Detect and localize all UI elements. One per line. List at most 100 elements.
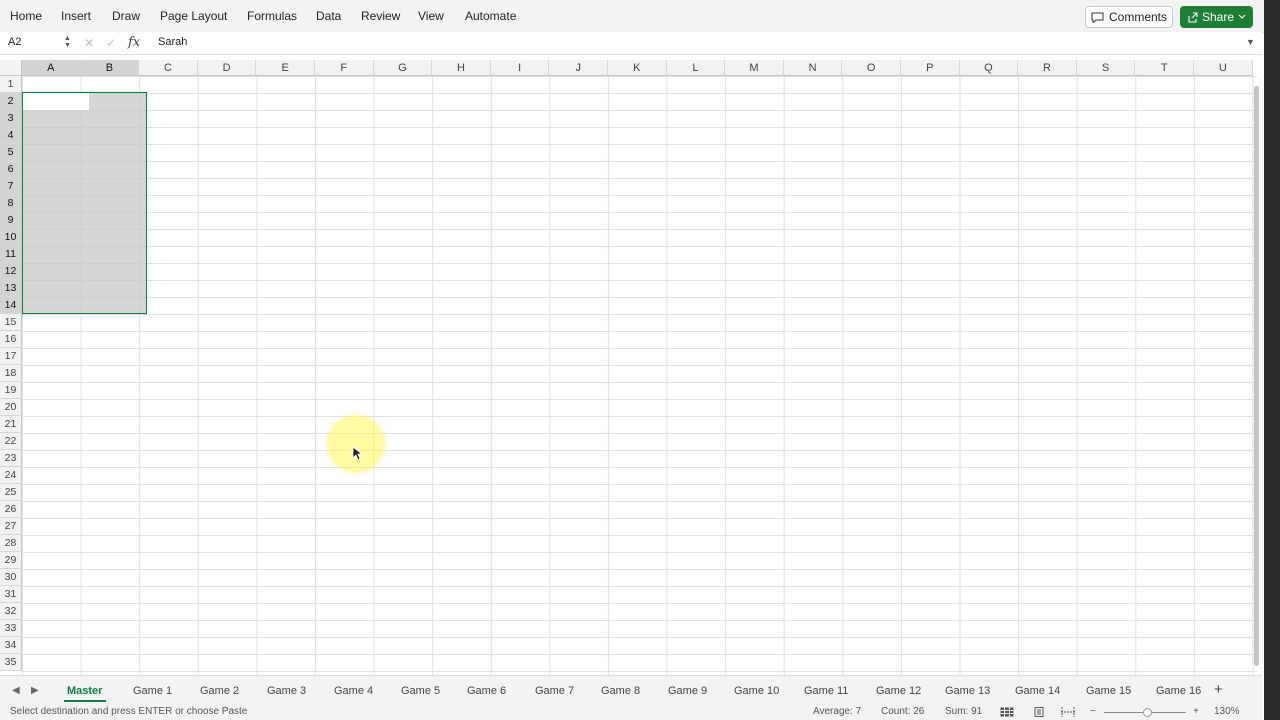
summary-value-cell[interactable] [960, 501, 1019, 518]
position-count-cell[interactable] [315, 365, 374, 382]
position-count-cell[interactable] [432, 433, 491, 450]
summary-value-cell[interactable] [784, 382, 843, 399]
position-count-cell[interactable] [374, 518, 433, 535]
summary-value-cell[interactable] [725, 501, 784, 518]
summary-header[interactable] [842, 348, 901, 365]
tracking-player-cell[interactable] [22, 433, 81, 450]
row-header-21[interactable]: 21 [0, 416, 22, 433]
summary-value-cell[interactable] [842, 467, 901, 484]
tracking-player-cell[interactable] [22, 382, 81, 399]
position-count-cell[interactable] [315, 569, 374, 586]
position-count-cell[interactable] [432, 518, 491, 535]
row-header-5[interactable]: 5 [0, 144, 22, 161]
position-count-cell[interactable] [315, 399, 374, 416]
summary-value-cell[interactable] [725, 484, 784, 501]
summary-value-cell[interactable] [784, 433, 843, 450]
summary-value-cell[interactable] [960, 382, 1019, 399]
row-header-26[interactable]: 26 [0, 501, 22, 518]
column-header-t[interactable]: T [1135, 60, 1194, 76]
summary-player-cell[interactable] [667, 416, 726, 433]
column-header-q[interactable]: Q [959, 60, 1019, 76]
position-count-cell[interactable] [608, 552, 667, 569]
position-count-cell[interactable] [139, 433, 198, 450]
column-header-h[interactable]: H [432, 60, 491, 76]
header-display-name[interactable] [139, 76, 259, 93]
position-count-cell[interactable] [256, 552, 315, 569]
position-count-cell[interactable] [81, 399, 140, 416]
position-count-cell[interactable] [374, 535, 433, 552]
tracking-player-cell[interactable] [22, 365, 81, 382]
sheet-tab-game-7[interactable]: Game 7 [535, 685, 574, 697]
position-count-cell[interactable] [198, 416, 257, 433]
position-count-cell[interactable] [198, 484, 257, 501]
summary-value-cell[interactable] [725, 569, 784, 586]
position-count-cell[interactable] [81, 518, 140, 535]
position-count-cell[interactable] [432, 467, 491, 484]
summary-header[interactable] [1077, 348, 1136, 365]
position-count-cell[interactable] [139, 535, 198, 552]
position-count-cell[interactable] [139, 416, 198, 433]
position-count-cell[interactable] [549, 365, 608, 382]
page-break-view-icon[interactable] [1061, 707, 1075, 717]
summary-player-cell[interactable] [667, 399, 726, 416]
sheet-tab-game-11[interactable]: Game 11 [804, 685, 848, 697]
position-count-cell[interactable] [491, 433, 550, 450]
column-header-g[interactable]: G [373, 60, 433, 76]
tracking-player-cell[interactable] [22, 467, 81, 484]
jersey-number-cell[interactable] [81, 263, 140, 280]
summary-value-cell[interactable] [1018, 382, 1077, 399]
summary-value-cell[interactable] [842, 552, 901, 569]
summary-value-cell[interactable] [960, 416, 1019, 433]
player-name-cell[interactable] [22, 297, 81, 314]
column-header-m[interactable]: M [725, 60, 784, 76]
column-header-u[interactable]: U [1194, 60, 1253, 76]
sheet-tab-game-14[interactable]: Game 14 [1015, 685, 1060, 697]
summary-value-cell[interactable] [1077, 399, 1136, 416]
tracking-player-cell[interactable] [22, 416, 81, 433]
summary-value-cell[interactable] [784, 399, 843, 416]
tracking-player-cell[interactable] [22, 518, 81, 535]
column-header-s[interactable]: S [1076, 60, 1136, 76]
position-count-cell[interactable] [198, 535, 257, 552]
display-name-cell[interactable] [139, 178, 259, 195]
position-count-cell[interactable] [608, 484, 667, 501]
position-count-cell[interactable] [608, 382, 667, 399]
position-count-cell[interactable] [608, 416, 667, 433]
sheet-tab-game-1[interactable]: Game 1 [133, 685, 172, 697]
position-count-cell[interactable] [608, 501, 667, 518]
column-header-c[interactable]: C [139, 60, 198, 76]
summary-value-cell[interactable] [960, 433, 1019, 450]
summary-value-cell[interactable] [784, 501, 843, 518]
position-count-cell[interactable] [491, 467, 550, 484]
jersey-number-cell[interactable] [81, 297, 140, 314]
summary-value-cell[interactable] [784, 535, 843, 552]
summary-value-cell[interactable] [725, 535, 784, 552]
summary-value-cell[interactable] [901, 365, 960, 382]
zoom-out-button[interactable]: − [1090, 706, 1096, 717]
summary-value-cell[interactable] [901, 552, 960, 569]
row-header-28[interactable]: 28 [0, 535, 22, 552]
position-header[interactable] [374, 348, 433, 365]
expand-formula-bar-icon[interactable]: ▼ [1246, 37, 1255, 47]
jersey-number-cell[interactable] [81, 212, 140, 229]
position-count-cell[interactable] [81, 569, 140, 586]
summary-value-cell[interactable] [842, 569, 901, 586]
position-count-cell[interactable] [315, 501, 374, 518]
summary-player-cell[interactable] [667, 382, 726, 399]
summary-value-cell[interactable] [842, 416, 901, 433]
position-count-cell[interactable] [374, 382, 433, 399]
position-count-cell[interactable] [608, 569, 667, 586]
display-name-cell[interactable] [139, 246, 259, 263]
position-count-cell[interactable] [491, 484, 550, 501]
sheet-tab-game-10[interactable]: Game 10 [734, 685, 779, 697]
summary-value-cell[interactable] [842, 501, 901, 518]
summary-value-cell[interactable] [1077, 552, 1136, 569]
position-count-cell[interactable] [81, 365, 140, 382]
display-name-cell[interactable] [139, 93, 259, 110]
summary-value-cell[interactable] [725, 365, 784, 382]
zoom-slider-knob[interactable] [1143, 708, 1152, 717]
zoom-in-button[interactable]: + [1193, 706, 1199, 717]
display-name-cell[interactable] [139, 127, 259, 144]
jersey-number-cell[interactable] [81, 144, 140, 161]
summary-value-cell[interactable] [842, 365, 901, 382]
